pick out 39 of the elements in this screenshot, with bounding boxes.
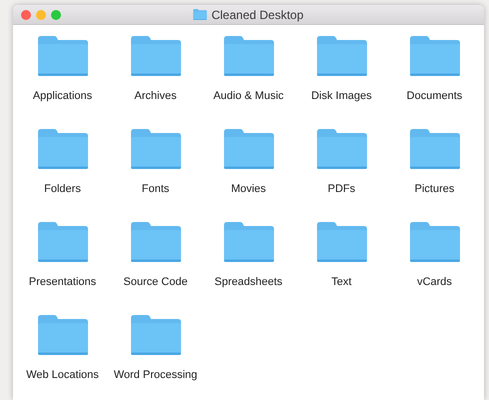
folder-name[interactable]: PDFs [328,183,356,195]
folder-icon[interactable] [130,36,182,76]
folder-name[interactable]: Fonts [142,183,170,195]
folder-icon[interactable] [408,129,460,169]
folder-name[interactable]: Presentations [28,276,96,288]
folder-icon[interactable] [36,315,88,355]
folder-name[interactable]: Web Locations [26,369,99,381]
folder-name[interactable]: Documents [406,90,462,102]
folder-name[interactable]: Pictures [414,183,454,195]
folder-name[interactable]: Audio & Music [213,90,284,102]
window-title: Cleaned Desktop [211,8,304,22]
folder-icon[interactable] [408,36,460,76]
folder-name[interactable]: Text [331,276,352,288]
zoom-button[interactable] [51,10,61,20]
folder-icon[interactable] [130,222,182,262]
folder-name[interactable]: Disk Images [311,90,372,102]
folder-name[interactable]: vCards [417,276,452,288]
folder-name[interactable]: Source Code [123,276,188,288]
folder-name[interactable]: Archives [134,90,177,102]
folder-icon[interactable] [316,36,368,76]
folder-icon[interactable] [36,222,88,262]
folder-icon[interactable] [222,129,274,169]
folder-name[interactable]: Applications [32,90,92,102]
folder-icon[interactable] [36,129,88,169]
folder-icon[interactable] [222,36,274,76]
folder-name[interactable]: Word Processing [114,369,198,381]
folder-icon[interactable] [130,315,182,355]
folder-icon[interactable] [408,222,460,262]
folder-icon [193,9,208,20]
folder-icon[interactable] [316,222,368,262]
folder-name[interactable]: Folders [44,183,81,195]
folder-icon[interactable] [36,36,88,76]
close-button[interactable] [21,10,31,20]
folder-icon[interactable] [316,129,368,169]
minimize-button[interactable] [36,10,46,20]
folder-icon[interactable] [222,222,274,262]
folder-icon[interactable] [130,129,182,169]
folder-name[interactable]: Movies [231,183,266,195]
folder-name[interactable]: Spreadsheets [214,276,282,288]
